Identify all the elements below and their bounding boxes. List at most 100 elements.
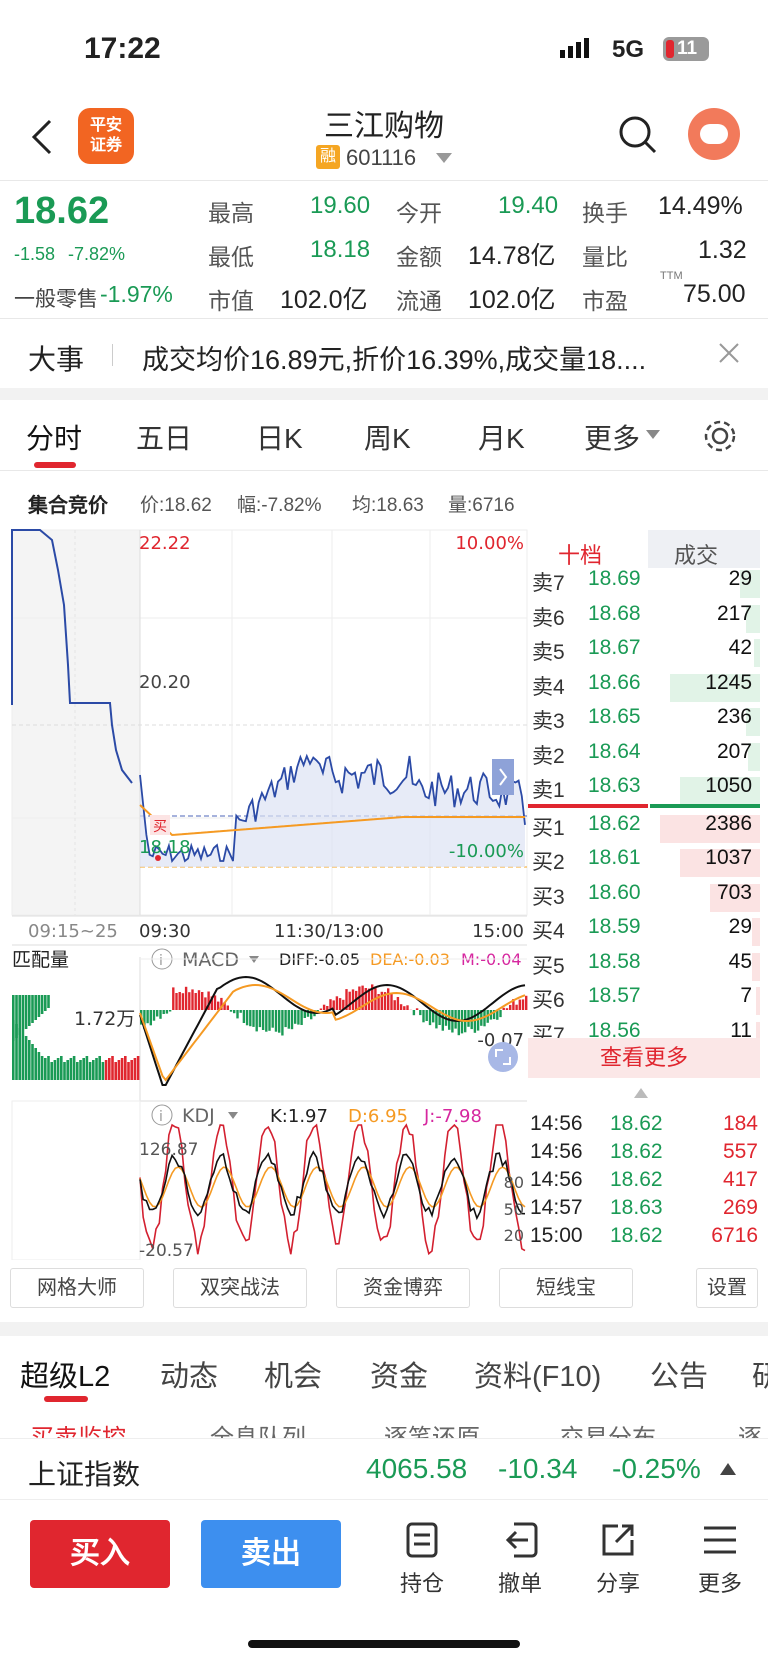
orderbook-row[interactable]: 买1 18.62 2386 bbox=[528, 812, 760, 846]
tab-announcements[interactable]: 公告 bbox=[650, 1353, 708, 1395]
close-icon[interactable] bbox=[718, 342, 740, 364]
orderbook-row[interactable]: 买4 18.59 29 bbox=[528, 915, 760, 949]
nav-more[interactable]: 更多 bbox=[690, 1520, 750, 1598]
tab-f10[interactable]: 资料(F10) bbox=[474, 1353, 601, 1395]
tab-daily[interactable]: 日K bbox=[256, 417, 303, 457]
open-value: 19.40 bbox=[498, 192, 559, 219]
mcap-label: 市值 bbox=[208, 288, 254, 314]
auction-vol: 量:6716 bbox=[448, 495, 515, 516]
tool-double-breakout[interactable]: 双突战法 bbox=[173, 1268, 307, 1308]
news-text[interactable]: 成交均价16.89元,折价16.39%,成交量18.... bbox=[142, 338, 646, 377]
price-change-pct: -7.82% bbox=[68, 244, 126, 264]
orderbook-row[interactable]: 卖6 18.68 217 bbox=[528, 602, 760, 636]
subtab-tick-replay[interactable]: 逐笔还原 bbox=[384, 1418, 480, 1438]
chat-avatar-icon[interactable] bbox=[688, 108, 740, 160]
match-volume-bar bbox=[28, 995, 31, 1026]
nav-share[interactable]: 分享 bbox=[588, 1520, 648, 1598]
menu-icon bbox=[704, 1526, 736, 1554]
tab-funds[interactable]: 资金 bbox=[370, 1353, 428, 1395]
nav-cancel-label: 撤单 bbox=[497, 1571, 542, 1596]
settings-gear-icon[interactable] bbox=[702, 418, 738, 454]
match-volume-bar bbox=[60, 1056, 63, 1080]
intraday-chart[interactable]: 买 22.22 20.20 18.18 10.00% -10.00% 09:15… bbox=[0, 525, 528, 1260]
match-volume-bar bbox=[63, 1062, 66, 1080]
expand-up-icon[interactable] bbox=[720, 1463, 736, 1475]
orderbook-row[interactable]: 买5 18.58 45 bbox=[528, 950, 760, 984]
more-caret-icon bbox=[646, 430, 660, 439]
tab-dynamics[interactable]: 动态 bbox=[160, 1353, 218, 1395]
macd-indicator-name[interactable]: MACD bbox=[182, 949, 239, 971]
tab-5day[interactable]: 五日 bbox=[136, 417, 192, 457]
tool-grid-master[interactable]: 网格大师 bbox=[10, 1268, 144, 1308]
buy-button[interactable]: 买入 bbox=[30, 1520, 170, 1588]
orderbook-tab-ten[interactable]: 十档 bbox=[528, 530, 648, 568]
view-more-button[interactable]: 查看更多 bbox=[528, 1038, 760, 1078]
tool-fund-game[interactable]: 资金博弈 bbox=[336, 1268, 470, 1308]
orderbook-row[interactable]: 卖5 18.67 42 bbox=[528, 636, 760, 670]
auction-avg: 均:18.63 bbox=[352, 495, 424, 516]
orderbook-row[interactable]: 买6 18.57 7 bbox=[528, 984, 760, 1018]
macd-bar bbox=[201, 992, 204, 1010]
volume-bar bbox=[754, 639, 760, 667]
caret-down-icon[interactable] bbox=[436, 153, 452, 163]
macd-bar bbox=[271, 1010, 274, 1028]
macd-bar bbox=[168, 1010, 172, 1012]
macd-bar bbox=[194, 993, 197, 1010]
macd-bar bbox=[156, 1010, 159, 1017]
collapse-up-icon[interactable] bbox=[634, 1088, 648, 1098]
tab-intraday[interactable]: 分时 bbox=[26, 417, 82, 457]
tool-settings[interactable]: 设置 bbox=[696, 1268, 758, 1308]
match-volume-bar bbox=[47, 995, 50, 1008]
subtab-buy-sell-monitor[interactable]: 买卖监控 bbox=[30, 1418, 126, 1438]
nav-share-label: 分享 bbox=[595, 1571, 640, 1596]
macd-bar bbox=[197, 990, 201, 1010]
macd-bar bbox=[265, 1010, 268, 1032]
orderbook-volume: 29 bbox=[728, 567, 752, 590]
trade-volume: 6716 bbox=[711, 1224, 758, 1247]
orderbook-volume: 703 bbox=[716, 880, 752, 904]
macd-bar bbox=[415, 1008, 419, 1010]
orderbook-row[interactable]: 卖1 18.63 1050 bbox=[528, 774, 760, 808]
tab-research[interactable]: 研 bbox=[752, 1353, 768, 1395]
tab-monthly[interactable]: 月K bbox=[478, 417, 525, 457]
sector-label[interactable]: 一般零售 bbox=[14, 283, 98, 313]
match-volume-bar bbox=[82, 1058, 85, 1080]
search-icon[interactable] bbox=[618, 115, 658, 155]
tab-more[interactable]: 更多 bbox=[584, 417, 640, 457]
orderbook-row[interactable]: 卖2 18.64 207 bbox=[528, 740, 760, 774]
tab-opportunity[interactable]: 机会 bbox=[264, 1353, 322, 1395]
orderbook-price: 18.63 bbox=[588, 774, 641, 797]
macd-bar bbox=[351, 989, 355, 1010]
subtab-more[interactable]: 逐 bbox=[738, 1418, 762, 1438]
margin-badge: 融 bbox=[316, 145, 340, 169]
orderbook-level: 卖7 bbox=[532, 572, 565, 595]
orderbook-row[interactable]: 卖4 18.66 1245 bbox=[528, 671, 760, 705]
battery-level: 11 bbox=[677, 38, 698, 59]
cancel-order-icon bbox=[505, 1522, 538, 1558]
tool-short-term[interactable]: 短线宝 bbox=[499, 1268, 633, 1308]
orderbook-tab-trades[interactable]: 成交 bbox=[648, 530, 760, 568]
macd-bar bbox=[338, 998, 342, 1010]
nav-holdings[interactable]: 持仓 bbox=[392, 1520, 452, 1598]
orderbook-level: 买5 bbox=[532, 954, 565, 978]
price-axis-top: 22.22 bbox=[139, 533, 191, 554]
broker-logo[interactable]: 平安 证券 bbox=[78, 108, 134, 164]
orderbook-volume: 217 bbox=[716, 601, 752, 625]
index-name: 上证指数 bbox=[28, 1459, 141, 1490]
kdj-indicator-name[interactable]: KDJ bbox=[182, 1105, 215, 1127]
macd-bar bbox=[518, 999, 521, 1010]
subtab-trade-distribution[interactable]: 交易分布 bbox=[560, 1418, 656, 1438]
nav-cancel[interactable]: 撤单 bbox=[490, 1520, 550, 1598]
orderbook-row[interactable]: 卖7 18.69 29 bbox=[528, 567, 760, 601]
tab-super-l2[interactable]: 超级L2 bbox=[20, 1353, 110, 1395]
subtab-holo-queue[interactable]: 全息队列 bbox=[210, 1418, 306, 1438]
fullscreen-button[interactable] bbox=[488, 1042, 518, 1072]
orderbook-row[interactable]: 买2 18.61 1037 bbox=[528, 846, 760, 880]
sell-button[interactable]: 卖出 bbox=[201, 1520, 341, 1588]
orderbook-row[interactable]: 卖3 18.65 236 bbox=[528, 705, 760, 739]
index-ticker[interactable]: 上证指数 4065.58 -10.34 -0.25% bbox=[0, 1438, 768, 1500]
vr-value: 1.32 bbox=[698, 236, 747, 264]
expand-arrow-button[interactable] bbox=[492, 759, 514, 795]
tab-weekly[interactable]: 周K bbox=[364, 417, 411, 457]
orderbook-row[interactable]: 买3 18.60 703 bbox=[528, 881, 760, 915]
